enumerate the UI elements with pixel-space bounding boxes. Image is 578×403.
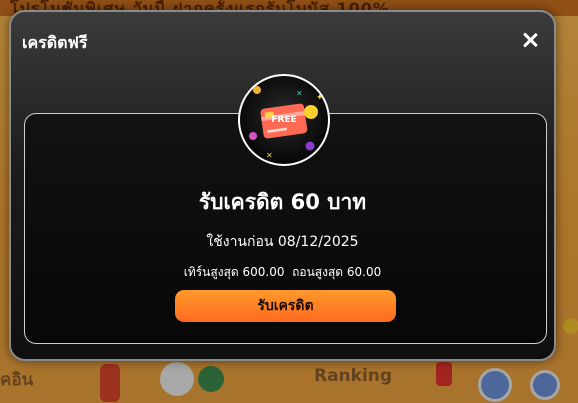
svg-text:✕: ✕ [296,89,303,98]
credit-headline: รับเครดิต 60 บาท [198,190,367,214]
credit-card-icon: ✕ ✦ ✕ FREE [249,86,324,160]
coin-icon [304,105,318,119]
free-credit-modal: เครดิตฟรี ✕ ✦ ✕ FREE รับเครดิต 60 บาท ใช… [9,10,556,361]
expiry-date-text: ใช้งานก่อน 08/12/2025 [206,234,359,250]
close-icon[interactable] [520,30,540,50]
svg-text:✕: ✕ [266,151,273,160]
claim-credit-button[interactable]: รับเครดิต [175,290,396,322]
emoji-sparkle-icon [253,86,261,94]
modal-title: เครดิตฟรี [22,33,88,52]
orb-icon [249,132,257,140]
orb-icon [305,141,315,151]
svg-text:✦: ✦ [316,93,324,103]
badge-text: FREE [271,115,296,125]
turnover-withdraw-limits: เทิร์นสูงสุด 600.00 ถอนสูงสุด 60.00 [183,265,382,279]
free-credit-badge: ✕ ✦ ✕ FREE [238,74,330,166]
